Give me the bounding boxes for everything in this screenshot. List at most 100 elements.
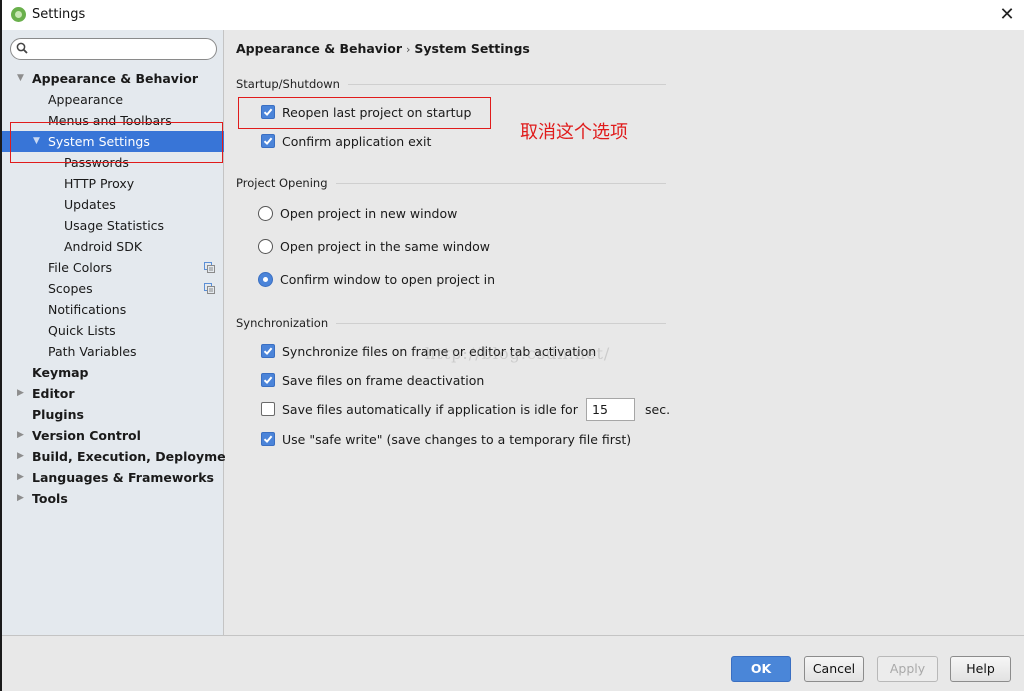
sidebar-item-version-control[interactable]: ▶ Version Control [2,425,224,446]
search-input[interactable] [33,41,211,57]
sidebar-item-label: Tools [32,491,68,506]
sidebar-item-label: System Settings [48,134,150,149]
sidebar-item-menus-and-toolbars[interactable]: Menus and Toolbars [2,110,224,131]
sidebar-item-label: File Colors [48,260,113,275]
sidebar-item-label: Editor [32,386,75,401]
sidebar-item-plugins[interactable]: Plugins [2,404,224,425]
close-button[interactable]: ✕ [996,4,1018,26]
sync-on-activation-checkbox[interactable]: Synchronize files on frame or editor tab… [261,342,596,360]
expand-arrow-right-icon[interactable]: ▶ [17,446,27,467]
safe-write-checkbox[interactable]: Use "safe write" (save changes to a temp… [261,430,631,448]
help-button[interactable]: Help [950,656,1011,682]
radio-selected-icon [258,271,273,287]
breadcrumb-separator: › [406,43,411,56]
sidebar-item-passwords[interactable]: Passwords [2,152,224,173]
reopen-last-project-checkbox[interactable]: Reopen last project on startup [261,103,471,121]
sidebar-item-file-colors[interactable]: File Colors [2,257,224,278]
cancel-button[interactable]: Cancel [804,656,864,682]
sidebar-item-label: Keymap [32,365,89,380]
sidebar-item-label: Path Variables [48,344,137,359]
apply-button[interactable]: Apply [877,656,938,682]
settings-sidebar: ▼ Appearance & Behavior Appearance Menus an… [2,30,240,635]
sidebar-item-system-settings[interactable]: ▼ System Settings [2,131,224,152]
title-bar: Settings ✕ [2,0,1024,30]
checkbox-label: Save files automatically if application … [282,401,578,417]
android-studio-icon [11,7,26,22]
sidebar-item-label: Version Control [32,428,141,443]
startup-group-label: Startup/Shutdown [236,77,340,91]
sidebar-item-label: Quick Lists [48,323,116,338]
project-opening-label: Project Opening [236,176,328,190]
idle-seconds-input[interactable]: 15 [586,398,635,421]
sidebar-item-build-execution-deployment[interactable]: ▶ Build, Execution, Deployment [2,446,240,467]
checkbox-checked-icon [261,432,275,446]
save-when-idle-checkbox[interactable]: Save files automatically if application … [261,400,578,418]
confirm-exit-checkbox[interactable]: Confirm application exit [261,132,431,150]
sidebar-item-appearance-behavior[interactable]: ▼ Appearance & Behavior [2,68,224,89]
settings-dialog: Settings ✕ ▼ Appearance & Behavior Appeara… [0,0,1024,691]
ok-button[interactable]: OK [731,656,791,682]
sidebar-item-label: Updates [64,197,116,212]
checkbox-label: Synchronize files on frame or editor tab… [282,343,597,359]
checkbox-unchecked-icon [261,402,275,416]
radio-unselected-icon [258,205,273,221]
sidebar-item-path-variables[interactable]: Path Variables [2,341,224,362]
sidebar-item-label: Languages & Frameworks [32,470,214,485]
sidebar-item-updates[interactable]: Updates [2,194,224,215]
sidebar-item-label: Usage Statistics [64,218,165,233]
save-on-deactivation-checkbox[interactable]: Save files on frame deactivation [261,371,484,389]
annotation-text: 取消这个选项 [520,122,628,143]
confirm-exit-label: Confirm application exit [282,133,432,149]
checkbox-checked-icon [261,105,275,119]
project-opening-group-title: Project Opening [236,176,666,190]
sidebar-item-usage-statistics[interactable]: Usage Statistics [2,215,224,236]
sidebar-item-label: Scopes [48,281,93,296]
project-copy-icon [204,283,215,294]
expand-arrow-right-icon[interactable]: ▶ [17,383,27,404]
sidebar-item-label: HTTP Proxy [64,176,135,191]
sidebar-item-tools[interactable]: ▶ Tools [2,488,224,509]
breadcrumb: Appearance & Behavior › System Settings [236,41,530,56]
open-new-window-radio[interactable]: Open project in new window [258,204,457,222]
sidebar-item-label: Passwords [64,155,129,170]
sidebar-item-scopes[interactable]: Scopes [2,278,224,299]
checkbox-checked-icon [261,344,275,358]
sidebar-item-label: Notifications [48,302,127,317]
sidebar-item-label: Appearance [48,92,124,107]
sync-label: Synchronization [236,316,329,330]
open-same-window-radio[interactable]: Open project in the same window [258,237,490,255]
breadcrumb-current: System Settings [414,41,530,56]
expand-arrow-down-icon[interactable]: ▼ [33,131,43,152]
sidebar-item-languages-frameworks[interactable]: ▶ Languages & Frameworks [2,467,224,488]
sidebar-item-keymap[interactable]: Keymap [2,362,224,383]
radio-label: Open project in the same window [280,238,491,254]
settings-tree: ▼ Appearance & Behavior Appearance Menus an… [2,68,240,509]
checkbox-label: Save files on frame deactivation [282,372,485,388]
radio-label: Confirm window to open project in [280,271,496,287]
checkbox-checked-icon [261,134,275,148]
sidebar-item-label: Android SDK [64,239,143,254]
settings-search[interactable] [10,38,217,60]
divider [347,83,666,85]
sidebar-item-editor[interactable]: ▶ Editor [2,383,224,404]
dialog-footer: OK Cancel Apply Help [2,635,1024,691]
expand-arrow-right-icon[interactable]: ▶ [17,488,27,509]
sidebar-item-appearance[interactable]: Appearance [2,89,224,110]
radio-unselected-icon [258,238,273,254]
expand-arrow-right-icon[interactable]: ▶ [17,467,27,488]
sidebar-item-quick-lists[interactable]: Quick Lists [2,320,224,341]
search-icon [16,42,28,54]
sidebar-item-android-sdk[interactable]: Android SDK [2,236,224,257]
window-title: Settings [32,7,86,22]
expand-arrow-down-icon[interactable]: ▼ [17,68,27,89]
expand-arrow-right-icon[interactable]: ▶ [17,425,27,446]
divider [335,182,666,184]
divider [336,322,666,324]
sidebar-item-notifications[interactable]: Notifications [2,299,224,320]
breadcrumb-parent[interactable]: Appearance & Behavior [236,41,402,56]
sidebar-item-label: Plugins [32,407,84,422]
sidebar-item-http-proxy[interactable]: HTTP Proxy [2,173,224,194]
reopen-label: Reopen last project on startup [282,104,472,120]
confirm-window-radio[interactable]: Confirm window to open project in [258,270,495,288]
sync-group-title: Synchronization [236,316,666,330]
